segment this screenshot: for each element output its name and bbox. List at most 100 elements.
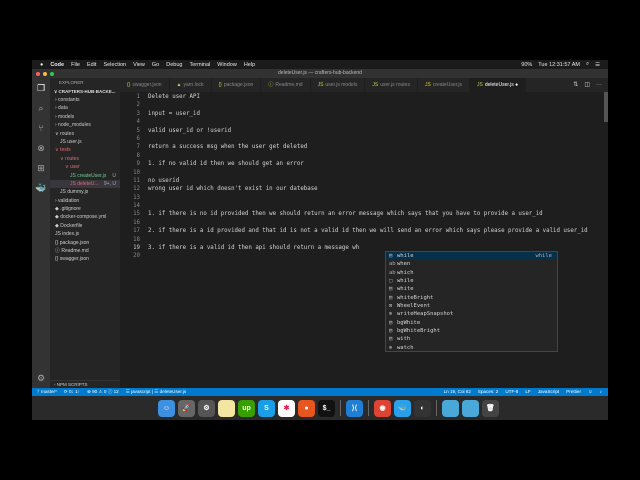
tree-item[interactable]: › constants	[50, 96, 120, 104]
suggestion-item[interactable]: abwhich	[386, 269, 557, 277]
code-line[interactable]: 1. if there is no id provided then we sh…	[148, 210, 588, 218]
clock[interactable]: Tue 12:31:57 AM	[538, 62, 580, 68]
tree-item[interactable]: JS dummy.js	[50, 188, 120, 196]
branch-indicator[interactable]: ᚠ master*	[37, 388, 57, 396]
code-line[interactable]: wrong user id which doesn't exist in our…	[148, 185, 588, 193]
code-line[interactable]: no userid	[148, 177, 588, 185]
encoding[interactable]: UTF-8	[505, 388, 518, 396]
dock-terminal-icon[interactable]: $_	[318, 399, 335, 417]
docker-icon[interactable]: 🐳	[32, 178, 50, 198]
bell-icon[interactable]: ♪	[600, 388, 602, 396]
menu-file[interactable]: File	[71, 62, 80, 68]
tree-item[interactable]: ◆ docker-compose.yml	[50, 213, 120, 221]
dock-quicktime-icon[interactable]: ◐	[414, 399, 431, 417]
tab-yarn-lock[interactable]: ▲ yarn.lock	[170, 78, 212, 92]
language-mode[interactable]: JavaScript	[538, 388, 559, 396]
suggestion-item[interactable]: ▤ bgWhiteBright	[386, 327, 557, 335]
code-line[interactable]	[148, 219, 588, 227]
tree-item[interactable]: › validation	[50, 197, 120, 205]
dock-slack-icon[interactable]: ✱	[278, 399, 295, 417]
dock-upwork-icon[interactable]: up	[238, 399, 255, 417]
code-line[interactable]: 1. if no valid id then we should get an …	[148, 160, 588, 168]
code-line[interactable]: valid user_id or !userid	[148, 127, 588, 135]
gear-icon[interactable]: ⚙	[32, 368, 50, 388]
tree-item[interactable]: › node_modules	[50, 121, 120, 129]
zoom-window-button[interactable]	[50, 71, 54, 76]
dock-notes-icon[interactable]	[218, 399, 235, 417]
code-line[interactable]	[148, 135, 588, 143]
code-line[interactable]	[148, 101, 588, 109]
menu-code[interactable]: Code	[50, 62, 64, 68]
apple-icon[interactable]: ●	[40, 62, 43, 68]
extensions-icon[interactable]: ⊞	[32, 158, 50, 178]
split-editor-icon[interactable]: ◫	[584, 78, 590, 92]
tree-item[interactable]: ∨ tests	[50, 146, 120, 154]
tree-item[interactable]: › data	[50, 104, 120, 112]
tab-user-js[interactable]: JS user.js models	[311, 78, 366, 92]
suggestion-item[interactable]: ⊛ writeHeapSnapshot	[386, 310, 557, 318]
tree-item[interactable]: ∨ routes	[50, 130, 120, 138]
code-line[interactable]	[148, 236, 588, 244]
suggestion-item[interactable]: abwhen	[386, 260, 557, 268]
dock-finder-icon[interactable]: ☺	[158, 399, 175, 417]
tree-item[interactable]: JS createUser.js U	[50, 172, 120, 180]
dock-system-preferences-icon[interactable]: ⚙	[198, 399, 215, 417]
context-indicator[interactable]: ☰ javascript | ☰ deleteUser.js	[126, 388, 187, 396]
tab-package-json[interactable]: {} package.json	[212, 78, 262, 92]
close-window-button[interactable]	[36, 71, 40, 76]
code-line[interactable]	[148, 194, 588, 202]
menu-window[interactable]: Window	[217, 62, 237, 68]
tree-item[interactable]: ◆ .gitignore	[50, 205, 120, 213]
dock-trash-icon[interactable]: 🗑	[482, 399, 499, 417]
menu-selection[interactable]: Selection	[103, 62, 126, 68]
menu-edit[interactable]: Edit	[87, 62, 96, 68]
dock-skype-icon[interactable]: S	[258, 399, 275, 417]
formatter[interactable]: Prettier	[566, 388, 581, 396]
problems-indicator[interactable]: ⊗ 90 ⚠ 0 ⓘ 12	[87, 388, 119, 396]
suggestion-item[interactable]: □ while	[386, 277, 557, 285]
tab-createUser-js[interactable]: JS createUser.js	[418, 78, 470, 92]
search-icon[interactable]: ⌕	[32, 98, 50, 118]
dock-launchpad-icon[interactable]: 🚀	[178, 399, 195, 417]
debug-icon[interactable]: ⊗	[32, 138, 50, 158]
scrollbar[interactable]	[604, 92, 608, 122]
menu-icon[interactable]: ☰	[595, 62, 600, 68]
tab-swagger-json[interactable]: {} swagger.json	[120, 78, 170, 92]
menu-help[interactable]: Help	[244, 62, 255, 68]
suggestion-item[interactable]: ⊠ WheelEvent	[386, 302, 557, 310]
feedback-icon[interactable]: ☺	[588, 388, 593, 396]
suggestion-item[interactable]: ▤ while while	[386, 252, 557, 261]
tree-item[interactable]: ⓘ Readme.md	[50, 247, 120, 255]
dock-docker-icon[interactable]: 🐳	[394, 399, 411, 417]
code-content[interactable]: Delete user API input = user_id valid user…	[148, 93, 588, 261]
suggestion-item[interactable]: ▤ bgWhite	[386, 319, 557, 327]
code-line[interactable]: return a success msg when the user get d…	[148, 143, 588, 151]
tree-item[interactable]: ∨ user	[50, 163, 120, 171]
compare-icon[interactable]: ⇅	[573, 78, 578, 92]
explorer-icon[interactable]: ❐	[32, 78, 50, 98]
eol[interactable]: LF	[525, 388, 530, 396]
sync-indicator[interactable]: ⟳ 0↓ 1↑	[64, 388, 80, 396]
dock-folder-icon[interactable]	[442, 399, 459, 417]
code-line[interactable]	[148, 118, 588, 126]
tree-item[interactable]: {} swagger.json	[50, 255, 120, 263]
battery-label[interactable]: 90%	[521, 62, 532, 68]
tree-item[interactable]: JS index.js	[50, 230, 120, 238]
minimize-window-button[interactable]	[43, 71, 47, 76]
menu-debug[interactable]: Debug	[166, 62, 182, 68]
code-line[interactable]	[148, 202, 588, 210]
npm-scripts-section[interactable]: › NPM SCRIPTS	[50, 380, 120, 388]
menu-terminal[interactable]: Terminal	[189, 62, 210, 68]
menu-go[interactable]: Go	[152, 62, 159, 68]
tree-item[interactable]: {} package.json	[50, 239, 120, 247]
dock-firefox-icon[interactable]: ●	[298, 399, 315, 417]
menu-view[interactable]: View	[133, 62, 145, 68]
more-icon[interactable]: ···	[596, 78, 602, 92]
indentation[interactable]: Spaces: 2	[478, 388, 498, 396]
tree-item[interactable]: JS user.js	[50, 138, 120, 146]
code-line[interactable]: Delete user API	[148, 93, 588, 101]
dock-chrome-icon[interactable]: ◉	[374, 399, 391, 417]
tree-item[interactable]: JS deleteU... 9+, U	[50, 179, 120, 189]
dock-vscode-icon[interactable]: ⟩⟨	[346, 399, 363, 417]
suggestion-item[interactable]: ▤ whiteBright	[386, 294, 557, 302]
